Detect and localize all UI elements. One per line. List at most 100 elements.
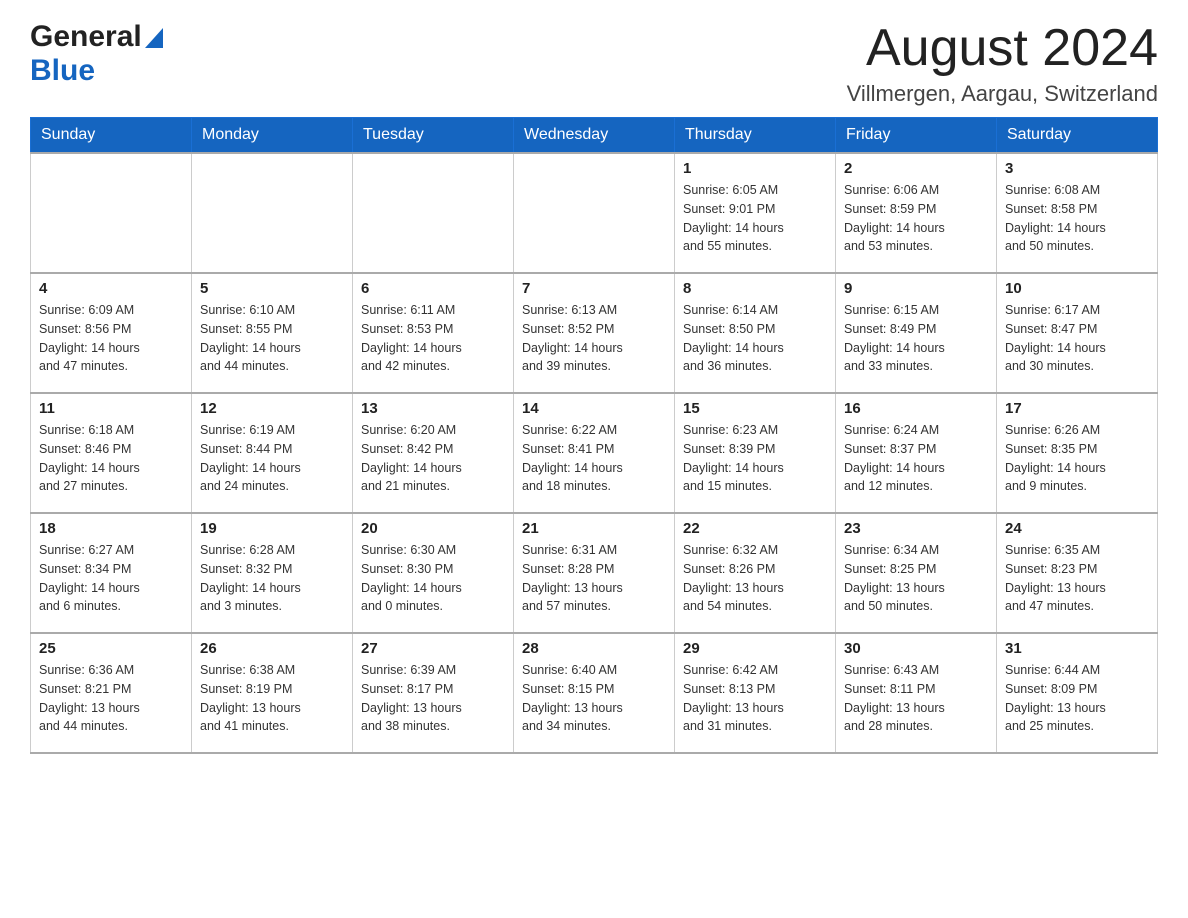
calendar-cell: 18Sunrise: 6:27 AMSunset: 8:34 PMDayligh…	[31, 513, 192, 633]
day-info: Sunrise: 6:26 AMSunset: 8:35 PMDaylight:…	[1005, 421, 1149, 496]
calendar-cell: 13 Sunrise: 6:20 AMSunset: 8:42 PMDayligh…	[353, 393, 514, 513]
day-number: 16	[844, 400, 988, 417]
title-section: August 2024 Villmergen, Aargau, Switzerl…	[847, 20, 1158, 107]
day-info: Sunrise: 6:15 AMSunset: 8:49 PMDaylight:…	[844, 301, 988, 376]
day-info: Sunrise: 6:24 AMSunset: 8:37 PMDaylight:…	[844, 421, 988, 496]
day-info: Sunrise: 6:28 AMSunset: 8:32 PMDaylight:…	[200, 541, 344, 616]
calendar-week-row: 1 Sunrise: 6:05 AMSunset: 9:01 PMDaylight…	[31, 153, 1158, 273]
day-info: Sunrise: 6:19 AMSunset: 8:44 PMDaylight:…	[200, 421, 344, 496]
calendar-cell: 10 Sunrise: 6:17 AMSunset: 8:47 PMDayligh…	[997, 273, 1158, 393]
day-number: 30	[844, 640, 988, 657]
calendar-cell: 24 Sunrise: 6:35 AMSunset: 8:23 PMDayligh…	[997, 513, 1158, 633]
calendar-week-row: 4 Sunrise: 6:09 AMSunset: 8:56 PMDaylight…	[31, 273, 1158, 393]
day-info: Sunrise: 6:31 AMSunset: 8:28 PMDaylight:…	[522, 541, 666, 616]
calendar-cell: 4 Sunrise: 6:09 AMSunset: 8:56 PMDaylight…	[31, 273, 192, 393]
day-number: 29	[683, 640, 827, 657]
logo: General Blue	[30, 20, 163, 88]
calendar-cell: 8 Sunrise: 6:14 AMSunset: 8:50 PMDaylight…	[675, 273, 836, 393]
day-number: 9	[844, 280, 988, 297]
calendar-cell: 17Sunrise: 6:26 AMSunset: 8:35 PMDayligh…	[997, 393, 1158, 513]
calendar-cell: 15Sunrise: 6:23 AMSunset: 8:39 PMDayligh…	[675, 393, 836, 513]
day-number: 14	[522, 400, 666, 417]
location: Villmergen, Aargau, Switzerland	[847, 81, 1158, 107]
day-number: 26	[200, 640, 344, 657]
day-number: 3	[1005, 160, 1149, 177]
day-number: 8	[683, 280, 827, 297]
day-number: 20	[361, 520, 505, 537]
logo-triangle-icon	[145, 28, 163, 53]
day-info: Sunrise: 6:39 AMSunset: 8:17 PMDaylight:…	[361, 661, 505, 736]
day-number: 5	[200, 280, 344, 297]
day-info: Sunrise: 6:08 AMSunset: 8:58 PMDaylight:…	[1005, 181, 1149, 256]
day-info: Sunrise: 6:38 AMSunset: 8:19 PMDaylight:…	[200, 661, 344, 736]
day-number: 11	[39, 400, 183, 417]
day-number: 23	[844, 520, 988, 537]
day-number: 22	[683, 520, 827, 537]
day-info: Sunrise: 6:44 AMSunset: 8:09 PMDaylight:…	[1005, 661, 1149, 736]
day-info: Sunrise: 6:43 AMSunset: 8:11 PMDaylight:…	[844, 661, 988, 736]
calendar-cell: 19 Sunrise: 6:28 AMSunset: 8:32 PMDayligh…	[192, 513, 353, 633]
day-info: Sunrise: 6:30 AMSunset: 8:30 PMDaylight:…	[361, 541, 505, 616]
day-info: Sunrise: 6:36 AMSunset: 8:21 PMDaylight:…	[39, 661, 183, 736]
weekday-header-tuesday: Tuesday	[353, 118, 514, 154]
day-info: Sunrise: 6:34 AMSunset: 8:25 PMDaylight:…	[844, 541, 988, 616]
day-number: 27	[361, 640, 505, 657]
logo-general-text: General	[30, 20, 142, 54]
page-header: General Blue August 2024 Villmergen, Aar…	[30, 20, 1158, 107]
day-number: 10	[1005, 280, 1149, 297]
day-number: 4	[39, 280, 183, 297]
weekday-header-thursday: Thursday	[675, 118, 836, 154]
day-number: 12	[200, 400, 344, 417]
calendar-cell: 16 Sunrise: 6:24 AMSunset: 8:37 PMDayligh…	[836, 393, 997, 513]
day-number: 1	[683, 160, 827, 177]
day-info: Sunrise: 6:09 AMSunset: 8:56 PMDaylight:…	[39, 301, 183, 376]
calendar-cell: 23 Sunrise: 6:34 AMSunset: 8:25 PMDayligh…	[836, 513, 997, 633]
day-info: Sunrise: 6:11 AMSunset: 8:53 PMDaylight:…	[361, 301, 505, 376]
day-info: Sunrise: 6:20 AMSunset: 8:42 PMDaylight:…	[361, 421, 505, 496]
calendar-cell: 31 Sunrise: 6:44 AMSunset: 8:09 PMDayligh…	[997, 633, 1158, 753]
day-info: Sunrise: 6:10 AMSunset: 8:55 PMDaylight:…	[200, 301, 344, 376]
weekday-header-wednesday: Wednesday	[514, 118, 675, 154]
calendar-week-row: 25 Sunrise: 6:36 AMSunset: 8:21 PMDayligh…	[31, 633, 1158, 753]
day-info: Sunrise: 6:23 AMSunset: 8:39 PMDaylight:…	[683, 421, 827, 496]
day-number: 2	[844, 160, 988, 177]
calendar-cell: 9 Sunrise: 6:15 AMSunset: 8:49 PMDaylight…	[836, 273, 997, 393]
day-info: Sunrise: 6:13 AMSunset: 8:52 PMDaylight:…	[522, 301, 666, 376]
weekday-header-saturday: Saturday	[997, 118, 1158, 154]
day-number: 31	[1005, 640, 1149, 657]
day-info: Sunrise: 6:17 AMSunset: 8:47 PMDaylight:…	[1005, 301, 1149, 376]
calendar-cell	[31, 153, 192, 273]
day-info: Sunrise: 6:14 AMSunset: 8:50 PMDaylight:…	[683, 301, 827, 376]
day-number: 13	[361, 400, 505, 417]
day-number: 28	[522, 640, 666, 657]
calendar-cell	[192, 153, 353, 273]
calendar-cell: 25 Sunrise: 6:36 AMSunset: 8:21 PMDayligh…	[31, 633, 192, 753]
day-number: 21	[522, 520, 666, 537]
logo-blue-text: Blue	[30, 54, 95, 87]
weekday-header-monday: Monday	[192, 118, 353, 154]
calendar-cell: 1 Sunrise: 6:05 AMSunset: 9:01 PMDaylight…	[675, 153, 836, 273]
calendar-cell: 11Sunrise: 6:18 AMSunset: 8:46 PMDayligh…	[31, 393, 192, 513]
day-info: Sunrise: 6:35 AMSunset: 8:23 PMDaylight:…	[1005, 541, 1149, 616]
day-number: 19	[200, 520, 344, 537]
day-info: Sunrise: 6:40 AMSunset: 8:15 PMDaylight:…	[522, 661, 666, 736]
day-number: 18	[39, 520, 183, 537]
calendar-cell: 3 Sunrise: 6:08 AMSunset: 8:58 PMDaylight…	[997, 153, 1158, 273]
day-info: Sunrise: 6:05 AMSunset: 9:01 PMDaylight:…	[683, 181, 827, 256]
day-number: 25	[39, 640, 183, 657]
calendar-cell: 27 Sunrise: 6:39 AMSunset: 8:17 PMDayligh…	[353, 633, 514, 753]
calendar-cell: 12 Sunrise: 6:19 AMSunset: 8:44 PMDayligh…	[192, 393, 353, 513]
calendar-cell: 14Sunrise: 6:22 AMSunset: 8:41 PMDayligh…	[514, 393, 675, 513]
calendar-week-row: 18Sunrise: 6:27 AMSunset: 8:34 PMDayligh…	[31, 513, 1158, 633]
calendar-week-row: 11Sunrise: 6:18 AMSunset: 8:46 PMDayligh…	[31, 393, 1158, 513]
calendar-cell: 20 Sunrise: 6:30 AMSunset: 8:30 PMDayligh…	[353, 513, 514, 633]
day-number: 6	[361, 280, 505, 297]
calendar-cell: 29Sunrise: 6:42 AMSunset: 8:13 PMDayligh…	[675, 633, 836, 753]
calendar-cell: 6 Sunrise: 6:11 AMSunset: 8:53 PMDaylight…	[353, 273, 514, 393]
day-number: 24	[1005, 520, 1149, 537]
calendar-cell: 7Sunrise: 6:13 AMSunset: 8:52 PMDaylight…	[514, 273, 675, 393]
calendar-cell	[353, 153, 514, 273]
calendar-header-row: SundayMondayTuesdayWednesdayThursdayFrid…	[31, 118, 1158, 154]
day-info: Sunrise: 6:06 AMSunset: 8:59 PMDaylight:…	[844, 181, 988, 256]
weekday-header-friday: Friday	[836, 118, 997, 154]
